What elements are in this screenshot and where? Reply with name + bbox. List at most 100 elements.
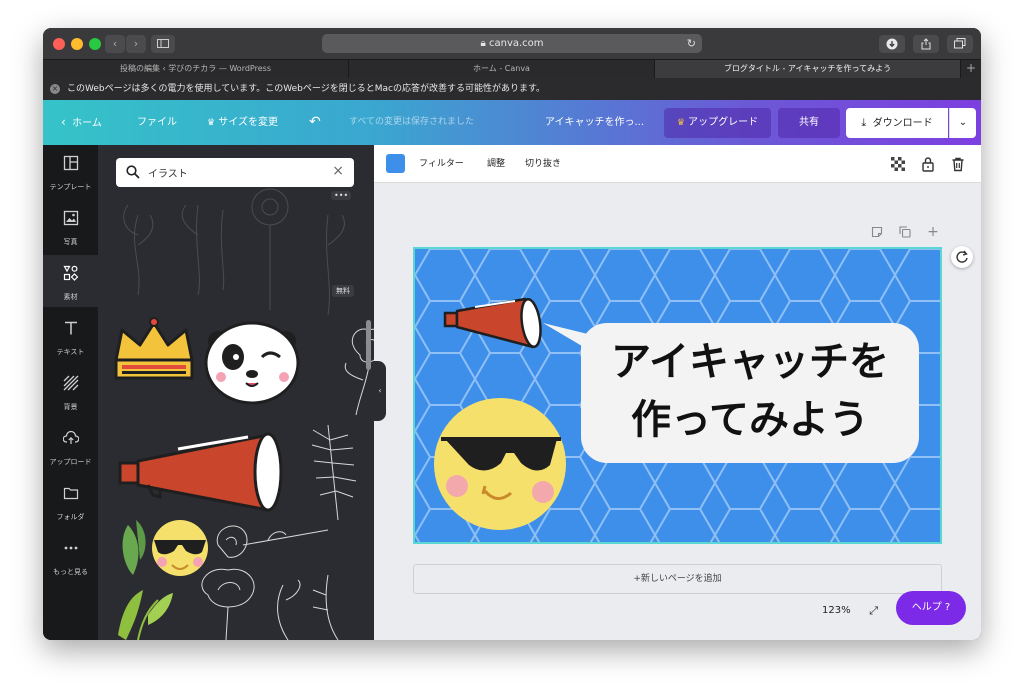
canvas-sunglasses-emoji[interactable] <box>434 398 566 530</box>
zoom-control[interactable]: 123% ⤢ <box>808 594 888 628</box>
lock-icon[interactable] <box>920 156 936 172</box>
free-badge: 無料 <box>332 285 354 297</box>
tab-bar: 投稿の編集 ‹ 学びのチカラ — WordPress ホーム - Canva ブ… <box>43 59 981 78</box>
resize-label: サイズを変更 <box>218 117 278 128</box>
editor-area: フィルター 調整 切り抜き + アイキャッチを 作ってみよう +新しいページを追… <box>374 145 981 640</box>
add-new-page-button[interactable]: +新しいページを追加 <box>413 564 942 594</box>
downloads-button[interactable] <box>879 35 905 53</box>
nav-folder[interactable]: フォルダ <box>43 475 98 527</box>
nav-elements-label: 素材 <box>63 293 78 301</box>
nav-upload[interactable]: アップロード <box>43 420 98 472</box>
chevron-down-icon: ⌄ <box>958 117 968 128</box>
nav-background[interactable]: 背景 <box>43 365 98 417</box>
clear-search-icon[interactable]: × <box>332 163 344 179</box>
energy-warning-bar: × このWebページは多くの電力を使用しています。このWebページを閉じるとMa… <box>43 78 981 100</box>
fern-illustration[interactable] <box>311 424 357 521</box>
share-button[interactable] <box>913 35 939 53</box>
new-tab-button[interactable]: + <box>961 60 981 78</box>
save-status: すべての変更は保存されました <box>349 117 475 127</box>
minimize-window-button[interactable] <box>71 38 83 50</box>
template-icon <box>63 155 78 171</box>
crown-icon: ♛ <box>207 118 216 128</box>
page-notes-icon[interactable] <box>871 226 883 238</box>
forward-button[interactable]: › <box>126 35 146 53</box>
headline-line-2: 作ってみよう <box>631 397 869 443</box>
photo-icon <box>63 210 78 226</box>
download-circle-icon <box>886 38 898 50</box>
share-icon <box>921 38 931 50</box>
document-title[interactable]: アイキャッチを作っ... <box>545 100 644 145</box>
nav-templates[interactable]: テンプレート <box>43 145 98 197</box>
duplicate-page-icon[interactable] <box>899 226 911 238</box>
color-swatch[interactable] <box>386 154 405 173</box>
collapse-panel-button[interactable]: ‹ <box>374 361 386 421</box>
background-icon <box>63 375 78 391</box>
upgrade-label: アップグレード <box>688 117 759 128</box>
close-window-button[interactable] <box>53 38 65 50</box>
reload-icon[interactable]: ↻ <box>687 34 696 53</box>
download-button[interactable]: ⤓ ダウンロード <box>846 108 948 138</box>
resize-button[interactable]: ♛ サイズを変更 <box>207 100 278 145</box>
title-bar: ‹ › 🔒︎ canva.com ↻ <box>43 28 981 59</box>
rotate-handle[interactable] <box>951 246 973 268</box>
lock-icon: 🔒︎ <box>480 38 486 49</box>
sunglasses-emoji-illustration[interactable] <box>152 520 208 576</box>
headline-line-1: アイキャッチを <box>611 339 889 385</box>
design-canvas[interactable]: アイキャッチを 作ってみよう <box>413 247 942 544</box>
tab-wordpress[interactable]: 投稿の編集 ‹ 学びのチカラ — WordPress <box>43 60 349 78</box>
nav-elements[interactable]: 素材 <box>43 255 98 307</box>
panel-scrollbar[interactable] <box>366 320 371 370</box>
search-box[interactable]: × <box>116 158 354 187</box>
download-options-button[interactable]: ⌄ <box>949 108 976 138</box>
tab-overview-button[interactable] <box>947 35 973 53</box>
nav-more[interactable]: もっと見る <box>43 530 98 582</box>
crop-button[interactable]: 切り抜き <box>525 145 561 183</box>
transparency-icon[interactable] <box>890 156 906 172</box>
undo-icon[interactable]: ↶ <box>309 100 321 145</box>
nav-background-label: 背景 <box>63 403 78 411</box>
crown-illustration[interactable] <box>114 317 194 380</box>
sidebar-toggle-button[interactable] <box>151 35 175 53</box>
adjust-button[interactable]: 調整 <box>487 145 505 183</box>
search-icon <box>126 165 140 179</box>
home-button[interactable]: ‹ ホーム <box>61 100 102 145</box>
bottom-illustrations[interactable] <box>118 568 339 640</box>
address-bar[interactable]: 🔒︎ canva.com ↻ <box>322 34 702 53</box>
browser-window: ‹ › 🔒︎ canva.com ↻ 投稿の編集 ‹ 学びのチカラ — Word… <box>43 28 981 640</box>
elements-panel: × ••• 無料 <box>98 145 374 640</box>
fullscreen-icon[interactable]: ⤢ <box>869 594 878 628</box>
design-headline[interactable]: アイキャッチを 作ってみよう <box>581 333 919 449</box>
nav-upload-label: アップロード <box>49 458 92 466</box>
share-design-button[interactable]: 共有 <box>778 108 840 138</box>
editor-toolbar: フィルター 調整 切り抜き <box>374 145 981 183</box>
sidebar-icon <box>157 39 169 48</box>
zoom-window-button[interactable] <box>89 38 101 50</box>
add-page-icon[interactable]: + <box>927 225 939 239</box>
tab-canva-home[interactable]: ホーム - Canva <box>349 60 655 78</box>
more-options-button[interactable]: ••• <box>331 191 352 200</box>
crown-icon: ♛ <box>676 118 685 128</box>
trash-icon[interactable] <box>950 156 966 172</box>
upgrade-button[interactable]: ♛ アップグレード <box>664 108 771 138</box>
close-warning-icon[interactable]: × <box>50 84 60 94</box>
url-text: canva.com <box>488 38 544 49</box>
file-menu[interactable]: ファイル <box>137 100 177 145</box>
rose-stem-illustration[interactable] <box>216 525 329 558</box>
tab-blog-title[interactable]: ブログタイトル - アイキャッチを作ってみよう <box>655 60 961 78</box>
back-button[interactable]: ‹ <box>105 35 125 53</box>
help-button[interactable]: ヘルプ ? <box>896 591 966 625</box>
green-leaf-illustration[interactable] <box>122 520 146 575</box>
nav-templates-label: テンプレート <box>49 183 92 191</box>
zoom-level: 123% <box>822 605 851 616</box>
illustration-grid <box>114 188 374 640</box>
nav-text[interactable]: テキスト <box>43 310 98 362</box>
panda-illustration[interactable] <box>204 321 300 405</box>
rotate-icon <box>956 250 968 263</box>
search-input[interactable] <box>148 164 318 181</box>
megaphone-illustration[interactable] <box>118 432 283 512</box>
filter-button[interactable]: フィルター <box>419 145 464 183</box>
nav-photos[interactable]: 写真 <box>43 200 98 252</box>
text-icon <box>64 321 77 335</box>
nav-text-label: テキスト <box>56 348 85 356</box>
chevron-left-icon: ‹ <box>61 115 66 129</box>
